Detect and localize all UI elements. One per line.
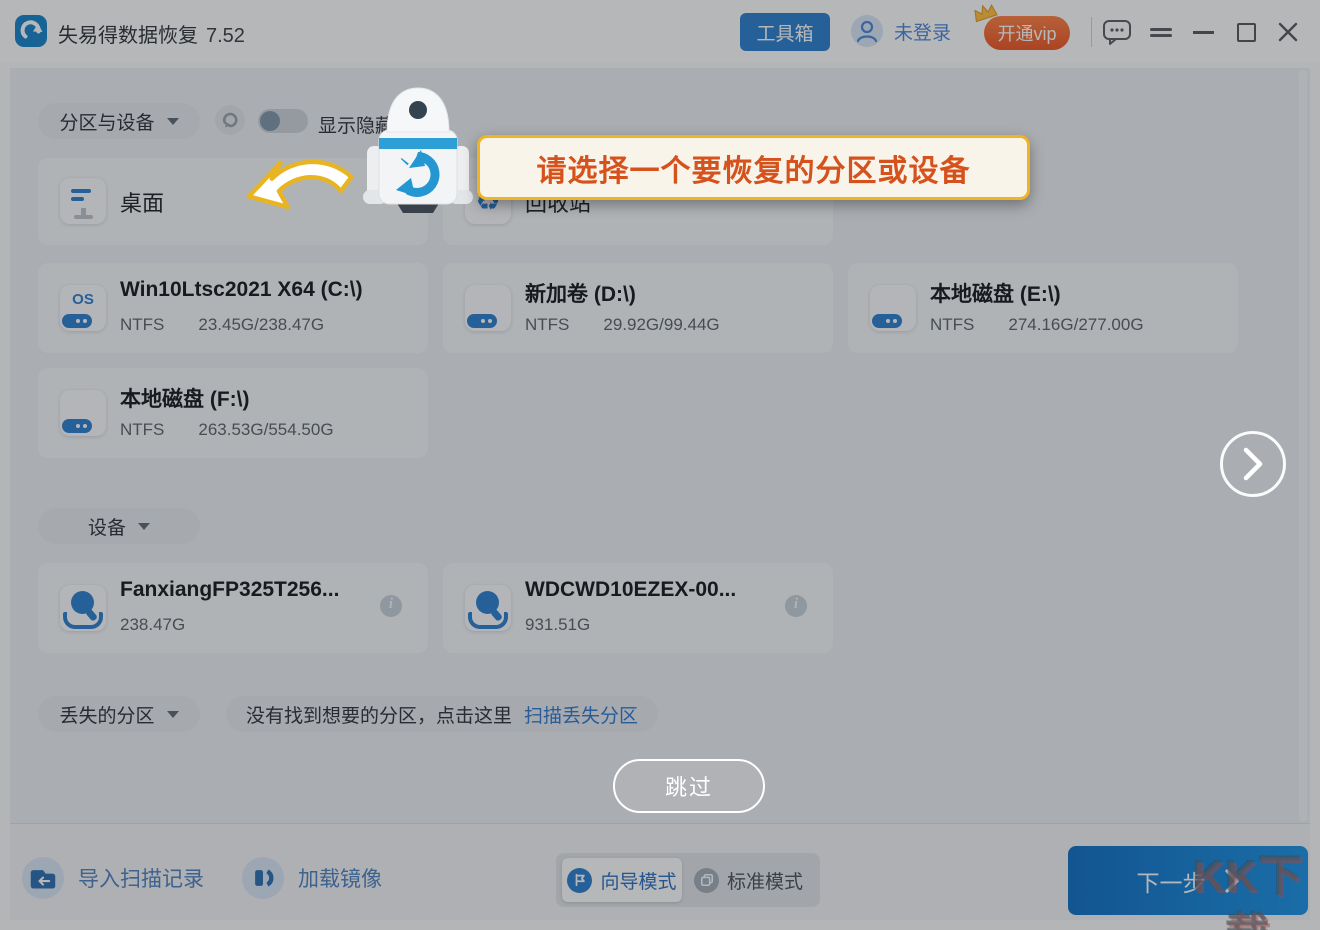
- curved-arrow-icon: [246, 159, 354, 210]
- carousel-next-button[interactable]: [1220, 431, 1286, 497]
- guide-tooltip: 请选择一个要恢复的分区或设备: [477, 135, 1030, 200]
- chevron-right-icon: [1243, 447, 1263, 481]
- skip-button[interactable]: 跳过: [613, 759, 765, 813]
- app-window: 失易得数据恢复 7.52 工具箱 未登录 开通vip 分区与设备 显示隐藏 桌面…: [0, 0, 1320, 930]
- robot-mascot-icon: [363, 87, 473, 213]
- guide-tooltip-text: 请选择一个要恢复的分区或设备: [536, 154, 971, 188]
